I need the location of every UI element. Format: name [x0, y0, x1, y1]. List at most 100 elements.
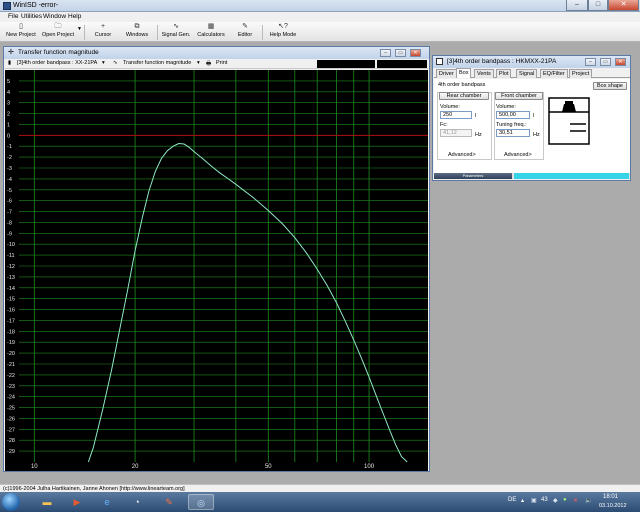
project-select-arrow-icon[interactable]: ▾: [102, 60, 105, 66]
tab-plot[interactable]: Plot: [496, 69, 512, 78]
tray-notification-icon[interactable]: ▣: [531, 497, 537, 504]
app-title: WinISD -error-: [13, 2, 59, 9]
y-tick-label: -23: [7, 384, 15, 390]
box-tab-strip: Driver Box Vents Plot Signal EQ/Filter P…: [434, 68, 630, 78]
tf-window-title-bar[interactable]: ✛ Transfer function magnitude – ▭ ✕: [4, 47, 429, 59]
editor-button[interactable]: ✎ Editor: [234, 23, 256, 41]
tab-project[interactable]: Project: [569, 69, 593, 78]
tool-app-icon[interactable]: ✎: [156, 494, 182, 510]
y-tick-label: -19: [7, 340, 15, 346]
project-list-icon: ▮: [8, 60, 12, 66]
y-tick-label: -25: [7, 406, 15, 412]
minimize-button[interactable]: –: [566, 0, 588, 11]
toolbar-separator: [262, 25, 263, 40]
winisd-task-icon[interactable]: ◎: [188, 494, 214, 510]
signal-gen-button[interactable]: ∿ Signal Gen.: [161, 23, 191, 41]
explorer-folder-icon[interactable]: ▬: [34, 494, 60, 510]
close-button[interactable]: ✕: [608, 0, 639, 11]
tab-driver[interactable]: Driver: [436, 69, 457, 78]
new-project-button[interactable]: ▯ New Project: [4, 23, 38, 41]
tray-network-icon[interactable]: ✕: [573, 497, 578, 504]
internet-explorer-icon[interactable]: e: [94, 494, 120, 510]
front-volume-input[interactable]: 500,00: [496, 111, 530, 119]
y-tick-label: 1: [7, 122, 10, 128]
cursor-readout-box: [317, 60, 375, 68]
transfer-function-window: ✛ Transfer function magnitude – ▭ ✕ ▮ [3…: [3, 46, 430, 472]
status-indicator: [514, 173, 629, 179]
menu-file[interactable]: File: [8, 13, 18, 20]
front-advanced-link[interactable]: Advanced>: [504, 152, 532, 158]
tray-status-icon[interactable]: ●: [563, 497, 567, 503]
rear-advanced-link[interactable]: Advanced>: [448, 152, 476, 158]
tray-shield-icon[interactable]: ◆: [553, 497, 558, 504]
menu-window[interactable]: Window: [43, 13, 66, 20]
pencil-icon: ✎: [242, 23, 248, 30]
bandpass-box-diagram: [548, 97, 590, 145]
view-select-arrow-icon[interactable]: ▾: [197, 60, 200, 66]
help-mode-button[interactable]: ↖? Help Mode: [268, 23, 298, 41]
tab-box[interactable]: Box: [456, 68, 472, 78]
open-project-button[interactable]: 🗀 Open Project: [40, 23, 76, 41]
transfer-function-plot[interactable]: 543210-1-2-3-4-5-6-7-8-9-10-11-12-13-14-…: [5, 70, 428, 471]
y-tick-label: 4: [7, 90, 10, 96]
media-player-icon[interactable]: ▶: [64, 494, 90, 510]
graph-type-icon: ∿: [113, 60, 118, 66]
box-shape-button[interactable]: Box shape: [593, 82, 627, 90]
toolbar: ▯ New Project 🗀 Open Project ▼ + Cursor …: [0, 22, 640, 42]
windows-button[interactable]: ⧉ Windows: [122, 23, 152, 41]
tf-window-title: Transfer function magnitude: [18, 49, 99, 56]
paint-app-icon[interactable]: ◔: [124, 494, 150, 510]
windows-icon: ⧉: [134, 23, 140, 30]
x-tick-label: 10: [31, 464, 38, 470]
new-document-icon: ▯: [19, 23, 23, 30]
parameters-panel-label: Parameters: [434, 173, 512, 179]
calculators-button[interactable]: ▦ Calculators: [195, 23, 227, 41]
y-tick-label: -15: [7, 297, 15, 303]
start-button[interactable]: [2, 493, 20, 511]
y-tick-label: -22: [7, 373, 15, 379]
maximize-button[interactable]: □: [588, 0, 608, 11]
box-window-title: [3]4th order bandpass : HKMXX-21PA: [447, 58, 557, 65]
tray-arrow-icon[interactable]: ▴: [521, 497, 524, 504]
tab-signal[interactable]: Signal: [516, 69, 538, 78]
menu-help[interactable]: Help: [68, 13, 81, 20]
y-tick-label: 5: [7, 79, 10, 85]
tf-minimize-button[interactable]: –: [380, 49, 391, 57]
printer-icon[interactable]: 🖶: [206, 60, 211, 69]
tab-vents[interactable]: Vents: [474, 69, 494, 78]
box-close-button[interactable]: ✕: [615, 58, 626, 66]
app-title-bar: WinISD -error- – □ ✕: [0, 0, 640, 12]
project-select[interactable]: [3]4th order bandpass : XX-21PA: [17, 60, 107, 66]
y-tick-label: -7: [7, 210, 12, 216]
design-type-label: 4th order bandpass: [438, 82, 486, 88]
rear-volume-input[interactable]: 250: [440, 111, 472, 119]
rear-chamber-button[interactable]: Rear chamber: [439, 92, 489, 100]
menu-utilities[interactable]: Utilities: [21, 13, 42, 20]
y-tick-label: -10: [7, 242, 15, 248]
y-tick-label: -3: [7, 166, 12, 172]
y-tick-label: -6: [7, 199, 12, 205]
front-tuning-input[interactable]: 30,51: [496, 129, 530, 137]
tf-restore-button[interactable]: ▭: [395, 49, 406, 57]
help-pointer-icon: ↖?: [278, 23, 288, 30]
cursor-button[interactable]: + Cursor: [90, 23, 116, 41]
box-design-window: [3]4th order bandpass : HKMXX-21PA – ▭ ✕…: [432, 55, 631, 181]
tray-volume-icon[interactable]: 🔈: [585, 497, 592, 504]
y-tick-label: -2: [7, 155, 12, 161]
tf-close-button[interactable]: ✕: [410, 49, 421, 57]
box-minimize-button[interactable]: –: [585, 58, 596, 66]
print-button[interactable]: Print: [216, 60, 227, 66]
view-select[interactable]: Transfer function magnitude: [123, 60, 191, 66]
dropdown-arrow-icon[interactable]: ▼: [77, 26, 82, 32]
language-indicator[interactable]: DE: [508, 497, 516, 503]
y-tick-label: -21: [7, 362, 15, 368]
x-tick-label: 50: [265, 464, 272, 470]
box-restore-button[interactable]: ▭: [600, 58, 611, 66]
front-chamber-button[interactable]: Front chamber: [495, 92, 543, 100]
box-window-title-bar[interactable]: [3]4th order bandpass : HKMXX-21PA – ▭ ✕: [433, 56, 630, 68]
y-tick-label: -12: [7, 264, 15, 270]
y-tick-label: -26: [7, 416, 15, 422]
clock-time[interactable]: 18:01: [603, 494, 618, 500]
clock-date[interactable]: 03.10.2012: [599, 503, 627, 509]
tab-eq-filter[interactable]: EQ/Filter: [540, 69, 568, 78]
